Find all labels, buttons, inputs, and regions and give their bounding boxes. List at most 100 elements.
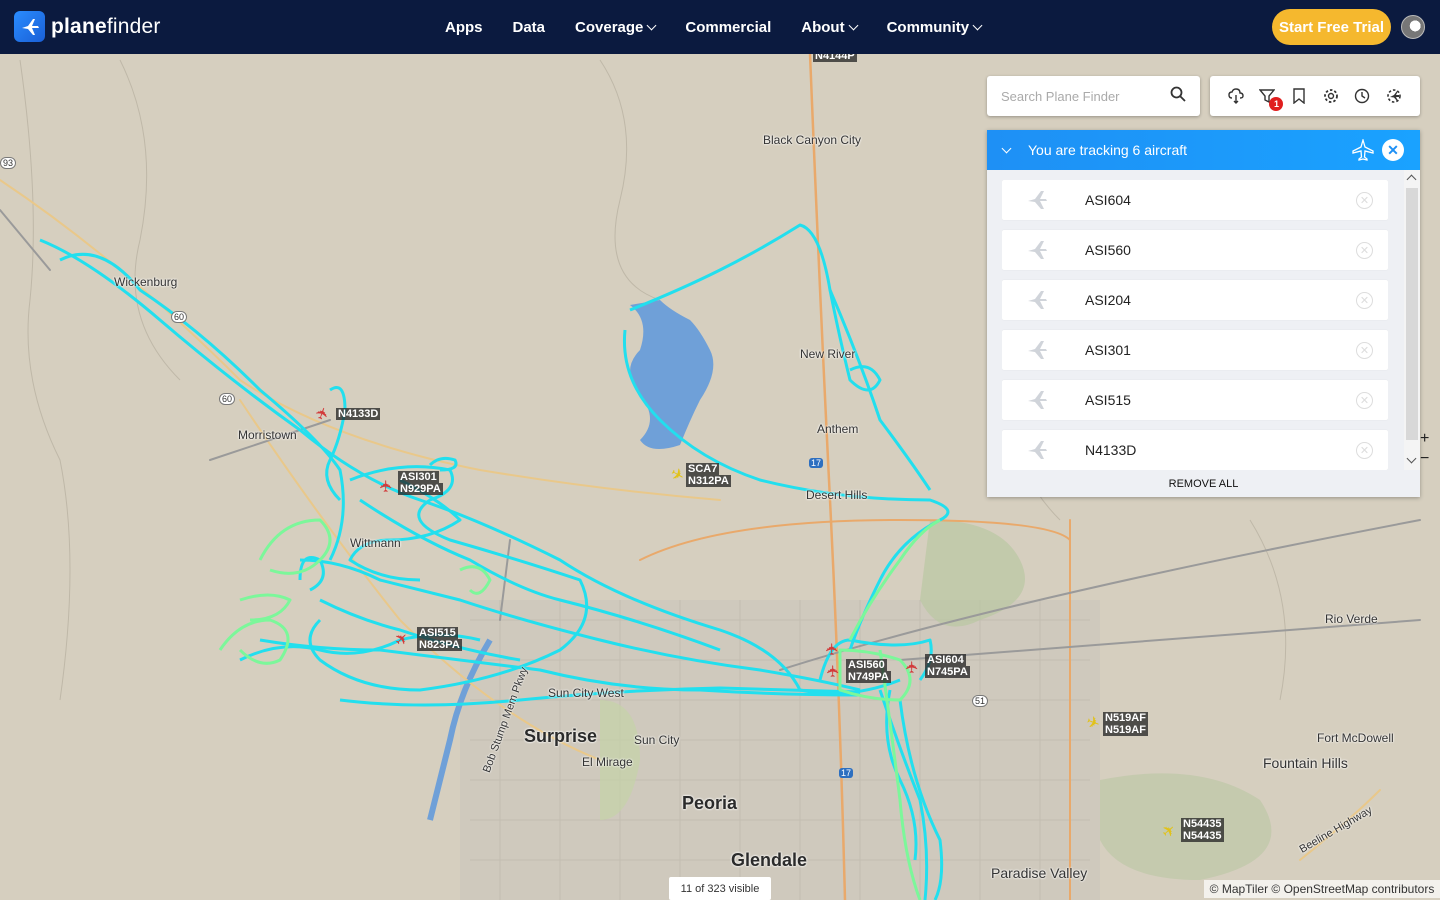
tracked-callsign: ASI560 — [1085, 242, 1131, 258]
search-icon[interactable] — [1170, 86, 1186, 107]
tracked-aircraft-row[interactable]: ASI301 ✕ — [1002, 330, 1388, 370]
search-input[interactable] — [1001, 88, 1161, 104]
place-glendale: Glendale — [731, 850, 808, 870]
start-free-trial-button[interactable]: Start Free Trial — [1272, 9, 1391, 45]
tracked-aircraft-row[interactable]: N4133D ✕ — [1002, 430, 1388, 470]
plane-icon-asi560[interactable]: ✈ — [826, 664, 843, 677]
aircraft-label-n54435[interactable]: N54435 — [1181, 818, 1224, 830]
filter-count-badge: 1 — [1269, 97, 1284, 111]
plane-icon-asi604[interactable]: ✈ — [905, 660, 922, 673]
aircraft-label-n823pa[interactable]: N823PA — [417, 639, 462, 651]
main-nav: Apps Data Coverage Commercial About Comm… — [430, 0, 996, 54]
aircraft-label-n4133d[interactable]: N4133D — [336, 408, 381, 420]
remove-aircraft-icon[interactable]: ✕ — [1356, 242, 1373, 259]
road-shield-60: 60 — [171, 311, 188, 323]
aircraft-label-n519af[interactable]: N519AF — [1103, 712, 1148, 724]
search-box — [987, 76, 1200, 116]
aircraft-silhouette-icon — [1002, 338, 1072, 362]
tracked-callsign: N4133D — [1085, 442, 1137, 458]
tracked-aircraft-row[interactable]: ASI560 ✕ — [1002, 230, 1388, 270]
tracking-panel-header[interactable]: You are tracking 6 aircraft ✕ — [987, 130, 1420, 170]
tracked-aircraft-row[interactable]: ASI604 ✕ — [1002, 180, 1388, 220]
tracked-callsign: ASI204 — [1085, 292, 1131, 308]
filter-icon[interactable]: 1 — [1257, 86, 1284, 111]
brand-name: planefinder — [51, 14, 161, 38]
road-shield-51: 51 — [972, 695, 989, 707]
zoom-controls: + − — [1420, 430, 1440, 470]
plane-icon-asi301[interactable]: ✈ — [379, 479, 396, 492]
place-wittmann: Wittmann — [350, 536, 401, 550]
map-attribution[interactable]: © MapTiler © OpenStreetMap contributors — [1204, 880, 1440, 898]
remove-aircraft-icon[interactable]: ✕ — [1356, 342, 1373, 359]
aircraft-label-sca7[interactable]: SCA7 — [686, 463, 720, 475]
weather-icon[interactable] — [1226, 86, 1246, 106]
tracked-aircraft-list: ASI604 ✕ ASI560 ✕ ASI204 ✕ ASI301 ✕ ASI5… — [1002, 180, 1388, 470]
place-fountain-hills: Fountain Hills — [1263, 755, 1348, 771]
place-sun-city: Sun City — [634, 733, 680, 747]
map-toolbar: 1 — [1210, 76, 1420, 116]
aircraft-silhouette-icon — [1002, 238, 1072, 262]
place-paradise-valley: Paradise Valley — [991, 865, 1088, 881]
nav-commercial[interactable]: Commercial — [670, 19, 786, 36]
visible-aircraft-count: 11 of 323 visible — [669, 877, 771, 900]
aircraft-label-n519af-reg[interactable]: N519AF — [1103, 724, 1148, 736]
gear-icon[interactable] — [1321, 86, 1341, 106]
road-shield-17-b: 17 — [839, 768, 854, 778]
aircraft-silhouette-icon — [1002, 388, 1072, 412]
remove-aircraft-icon[interactable]: ✕ — [1356, 192, 1373, 209]
plane-settings-icon[interactable] — [1384, 86, 1404, 106]
nav-community[interactable]: Community — [872, 19, 997, 36]
chevron-down-icon[interactable] — [1001, 143, 1012, 153]
aircraft-label-asi515[interactable]: ASI515 — [417, 627, 458, 639]
scroll-up-icon[interactable] — [1406, 174, 1417, 185]
place-el-mirage: El Mirage — [582, 755, 633, 769]
road-shield-93: 93 — [0, 157, 17, 169]
user-avatar[interactable] — [1401, 15, 1425, 39]
planefinder-logo[interactable]: planefinder — [14, 11, 161, 42]
aircraft-label-n749pa[interactable]: N749PA — [846, 671, 891, 683]
aircraft-label-asi560[interactable]: ASI560 — [846, 659, 887, 671]
tracked-aircraft-row[interactable]: ASI515 ✕ — [1002, 380, 1388, 420]
place-morristown: Morristown — [238, 428, 297, 442]
nav-apps[interactable]: Apps — [430, 19, 498, 36]
scroll-down-icon[interactable] — [1406, 453, 1417, 464]
aircraft-silhouette-icon — [1002, 288, 1072, 312]
road-shield-60-b: 60 — [219, 393, 236, 405]
remove-aircraft-icon[interactable]: ✕ — [1356, 392, 1373, 409]
tracking-title: You are tracking 6 aircraft — [1028, 142, 1188, 158]
tracked-callsign: ASI604 — [1085, 192, 1131, 208]
close-tracking-button[interactable]: ✕ — [1382, 139, 1404, 161]
scrollbar-thumb[interactable] — [1406, 188, 1418, 440]
place-peoria: Peoria — [682, 793, 738, 813]
place-surprise: Surprise — [524, 726, 598, 746]
aircraft-label-n312pa[interactable]: N312PA — [686, 475, 731, 487]
road-shield-17: 17 — [809, 458, 824, 468]
plane-outline-icon[interactable] — [1352, 137, 1374, 164]
chevron-down-icon — [646, 20, 657, 30]
nav-coverage[interactable]: Coverage — [560, 19, 670, 36]
history-icon[interactable] — [1352, 86, 1372, 106]
zoom-out-button[interactable]: − — [1420, 450, 1440, 470]
remove-aircraft-icon[interactable]: ✕ — [1356, 292, 1373, 309]
place-black-canyon-city: Black Canyon City — [763, 133, 862, 147]
bookmark-icon[interactable] — [1289, 86, 1309, 106]
aircraft-label-n929pa[interactable]: N929PA — [398, 483, 443, 495]
aircraft-silhouette-icon — [1002, 188, 1072, 212]
aircraft-label-asi604[interactable]: ASI604 — [925, 654, 966, 666]
remove-all-button[interactable]: REMOVE ALL — [987, 470, 1420, 497]
aircraft-label-n745pa[interactable]: N745PA — [925, 666, 970, 678]
aircraft-silhouette-icon — [1002, 438, 1072, 462]
plane-icon-unlabeled[interactable]: ✈ — [825, 642, 842, 655]
nav-data[interactable]: Data — [498, 19, 561, 36]
aircraft-label-asi301[interactable]: ASI301 — [398, 471, 439, 483]
place-new-river: New River — [800, 347, 856, 361]
tracked-aircraft-row[interactable]: ASI204 ✕ — [1002, 280, 1388, 320]
list-scrollbar[interactable] — [1404, 170, 1420, 470]
nav-about[interactable]: About — [786, 19, 871, 36]
top-navigation-bar: planefinder Apps Data Coverage Commercia… — [0, 0, 1440, 54]
remove-aircraft-icon[interactable]: ✕ — [1356, 442, 1373, 459]
aircraft-label-n4144p[interactable]: N4144P — [813, 54, 857, 62]
zoom-in-button[interactable]: + — [1420, 430, 1440, 450]
chevron-down-icon — [972, 20, 983, 30]
aircraft-label-n54435-reg[interactable]: N54435 — [1181, 830, 1224, 842]
